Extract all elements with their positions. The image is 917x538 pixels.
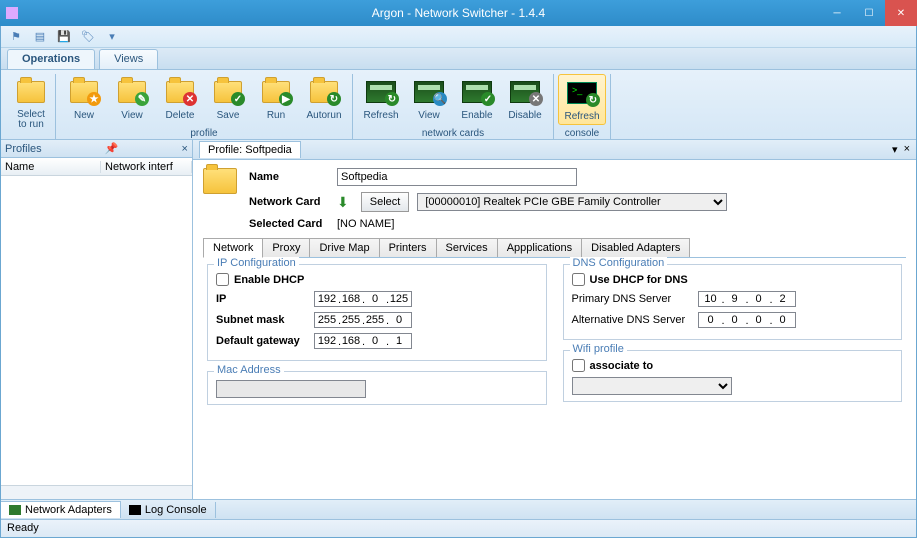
- disable-button[interactable]: ✕Disable: [501, 74, 549, 125]
- quick-flag-icon[interactable]: ⚑: [9, 30, 23, 44]
- view-button[interactable]: ✎View: [108, 74, 156, 125]
- status-bar: Ready: [1, 519, 916, 537]
- dns-configuration-group: DNS Configuration Use DHCP for DNS Prima…: [563, 264, 903, 340]
- log-console-tab[interactable]: Log Console: [121, 502, 216, 518]
- tab-views[interactable]: Views: [99, 49, 158, 69]
- profile-header: Profile: Softpedia ▾ ×: [193, 140, 916, 160]
- close-button[interactable]: ✕: [885, 0, 917, 26]
- window-title: Argon - Network Switcher - 1.4.4: [372, 6, 545, 20]
- selected-card-label: Selected Card: [249, 218, 329, 230]
- alternative-dns-input[interactable]: 0000: [698, 312, 796, 328]
- network-cards-group-label: network cards: [353, 128, 553, 139]
- profile-group-label: profile: [56, 128, 352, 139]
- name-input[interactable]: [337, 168, 577, 186]
- associate-to-checkbox[interactable]: [572, 359, 585, 372]
- minimize-button[interactable]: ─: [821, 0, 853, 26]
- profiles-pane: Profiles 📌 × Name Network interf: [1, 140, 193, 499]
- select-to-run-button[interactable]: Select to run: [11, 74, 51, 137]
- tab-printers[interactable]: Printers: [379, 238, 437, 257]
- quick-tag-icon[interactable]: 🏷: [81, 30, 95, 44]
- tab-drive-map[interactable]: Drive Map: [309, 238, 379, 257]
- network-adapters-tab[interactable]: Network Adapters: [1, 501, 121, 518]
- subnet-mask-input[interactable]: 2552552550: [314, 312, 412, 328]
- select-card-button[interactable]: Select: [361, 192, 410, 212]
- new-button[interactable]: ★New: [60, 74, 108, 125]
- refresh-console-button[interactable]: ↻Refresh: [558, 74, 606, 125]
- arrow-down-icon: ⬇: [337, 194, 349, 211]
- horizontal-scrollbar[interactable]: [1, 485, 192, 499]
- dropdown-icon[interactable]: ▾: [892, 143, 898, 156]
- mac-address-input[interactable]: [216, 380, 366, 398]
- network-card-label: Network Card: [249, 196, 329, 208]
- col-interface[interactable]: Network interf: [101, 161, 192, 173]
- save-button[interactable]: ✓Save: [204, 74, 252, 125]
- tab-proxy[interactable]: Proxy: [262, 238, 310, 257]
- selected-card-value: [NO NAME]: [337, 218, 394, 230]
- close-pane-icon[interactable]: ×: [182, 143, 188, 155]
- delete-button[interactable]: ✕Delete: [156, 74, 204, 125]
- select-label: Select to run: [17, 110, 45, 130]
- enable-button[interactable]: ✓Enable: [453, 74, 501, 125]
- quick-dropdown-icon[interactable]: ▾: [105, 30, 119, 44]
- tab-services[interactable]: Services: [436, 238, 498, 257]
- ip-configuration-group: IP Configuration Enable DHCP IP 19216801…: [207, 264, 547, 361]
- name-label: Name: [249, 171, 329, 183]
- wifi-profile-group: Wifi profile associate to: [563, 350, 903, 402]
- profile-folder-icon: [203, 168, 239, 198]
- titlebar: Argon - Network Switcher - 1.4.4 ─ ☐ ✕: [0, 0, 917, 26]
- tab-network[interactable]: Network: [203, 238, 263, 258]
- profile-tab[interactable]: Profile: Softpedia: [199, 141, 301, 158]
- ribbon-tabbar: Operations Views: [1, 48, 916, 70]
- refresh-net-button[interactable]: ↻Refresh: [357, 74, 405, 125]
- tab-applications[interactable]: Appplications: [497, 238, 582, 257]
- profiles-columns: Name Network interf: [1, 158, 192, 176]
- config-tabs: Network Proxy Drive Map Printers Service…: [203, 238, 906, 258]
- quick-access-toolbar: ⚑ ▤ 💾 🏷 ▾: [1, 26, 916, 48]
- profiles-list[interactable]: [1, 176, 192, 485]
- ip-input[interactable]: 1921680125: [314, 291, 412, 307]
- maximize-button[interactable]: ☐: [853, 0, 885, 26]
- use-dhcp-dns-checkbox[interactable]: [572, 273, 585, 286]
- autorun-button[interactable]: ↻Autorun: [300, 74, 348, 125]
- enable-dhcp-checkbox[interactable]: [216, 273, 229, 286]
- run-button[interactable]: ▶Run: [252, 74, 300, 125]
- network-card-icon: [9, 505, 21, 515]
- primary-dns-input[interactable]: 10902: [698, 291, 796, 307]
- pin-icon[interactable]: 📌: [105, 142, 119, 155]
- mac-address-group: Mac Address: [207, 371, 547, 405]
- quick-open-icon[interactable]: ▤: [33, 30, 47, 44]
- close-profile-icon[interactable]: ×: [904, 143, 910, 156]
- console-icon: [129, 505, 141, 515]
- ribbon: Select to run ★New ✎View ✕Delete ✓Save ▶…: [1, 70, 916, 140]
- bottom-tabs: Network Adapters Log Console: [1, 499, 916, 519]
- app-icon: [6, 7, 18, 19]
- quick-save-icon[interactable]: 💾: [57, 30, 71, 44]
- network-card-select[interactable]: [00000010] Realtek PCIe GBE Family Contr…: [417, 193, 727, 211]
- tab-disabled-adapters[interactable]: Disabled Adapters: [581, 238, 690, 257]
- wifi-profile-select[interactable]: [572, 377, 732, 395]
- col-name[interactable]: Name: [1, 161, 101, 173]
- console-group-label: console: [554, 128, 610, 139]
- view-net-button[interactable]: 🔍View: [405, 74, 453, 125]
- tab-operations[interactable]: Operations: [7, 49, 95, 69]
- default-gateway-input[interactable]: 19216801: [314, 333, 412, 349]
- profiles-header: Profiles 📌 ×: [1, 140, 192, 158]
